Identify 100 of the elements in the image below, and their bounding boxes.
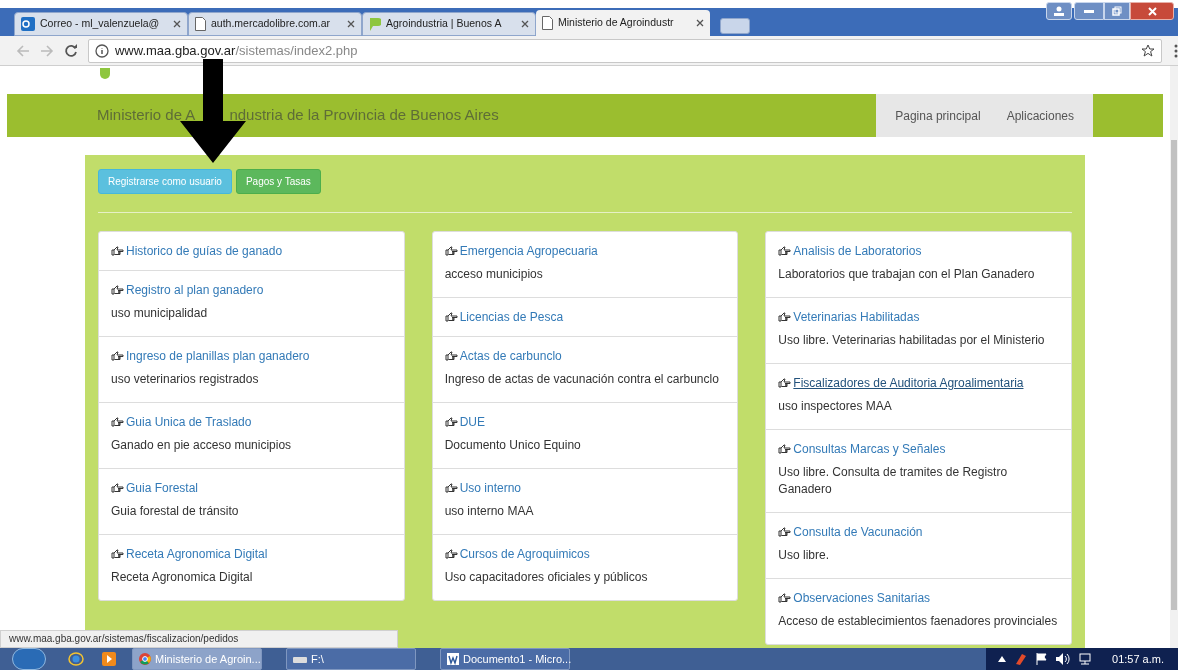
info-icon[interactable] (94, 43, 109, 58)
taskbar-button[interactable]: F:\ (286, 648, 416, 670)
status-url-bubble: www.maa.gba.gov.ar/sistemas/fiscalizacion/pedidos (0, 630, 398, 648)
item-description: Ingreso de actas de vacunación contra el carbunclo (444, 371, 720, 388)
item-description: Guia forestal de tránsito (111, 503, 240, 520)
scrollbar[interactable] (1170, 66, 1178, 648)
tab-title: Correo - ml_valenzuela@ (40, 16, 161, 32)
item-link[interactable]: Cursos de Agroquimicos (459, 545, 590, 563)
item-description: Uso libre. (778, 547, 831, 564)
reload-icon[interactable] (63, 43, 78, 58)
item-link[interactable]: Veterinarias Habilitadas (793, 308, 920, 326)
item-link[interactable]: Historico de guías de ganado (126, 242, 283, 260)
clock-text: 01:57 a.m. (1112, 651, 1164, 667)
pointing-hand-icon (444, 246, 458, 256)
item-description: Acceso de establecimientos faenadores provinciales (778, 613, 1059, 630)
item-link[interactable]: Actas de carbunclo (459, 347, 562, 365)
item-link[interactable]: Analisis de Laboratorios (793, 242, 922, 260)
site-title: Ministerio de A (97, 105, 196, 126)
media-player-icon[interactable] (102, 652, 116, 666)
item-link[interactable]: Guia Unica de Traslado (126, 413, 252, 431)
item-description: Ganado en pie acceso municipios (111, 437, 293, 454)
pointing-hand-icon (111, 246, 124, 256)
minimize-button[interactable] (1074, 2, 1104, 20)
item-description: uso interno MAA (444, 503, 535, 520)
item-link[interactable]: Emergencia Agropecuaria (459, 242, 598, 260)
item-link[interactable]: Receta Agronomica Digital (126, 545, 268, 563)
close-icon[interactable] (173, 20, 181, 28)
item-link[interactable]: Uso interno (459, 479, 522, 497)
restore-icon (1112, 6, 1122, 16)
item-description: Uso libre. Consulta de tramites de Registro Ganadero (778, 464, 1009, 498)
person-icon (1054, 6, 1064, 16)
pointing-hand-icon (778, 312, 792, 322)
pointing-hand-icon (778, 246, 792, 256)
pointing-hand-icon (778, 378, 792, 388)
close-icon[interactable] (696, 19, 704, 27)
pointing-hand-icon (444, 312, 458, 322)
chrome-icon (139, 653, 151, 665)
item-description: Documento Unico Equino (444, 437, 582, 454)
profile-button[interactable] (1046, 2, 1072, 20)
item-link[interactable]: Consultas Marcas y Señales (793, 440, 946, 458)
item-link[interactable]: Registro al plan ganadero (126, 281, 264, 299)
browser-tab[interactable]: Agroindustria | Buenos A (362, 12, 536, 36)
flag-icon[interactable] (1036, 653, 1048, 665)
pointing-hand-icon (111, 351, 124, 361)
action-button[interactable]: Pagos y Tasas (235, 169, 321, 194)
item-link[interactable]: Guia Forestal (126, 479, 199, 497)
pointing-hand-icon (778, 593, 792, 603)
item-description: uso veterinarios registrados (111, 371, 260, 388)
item-description: Receta Agronomica Digital (111, 569, 254, 586)
browser-tab[interactable]: auth.mercadolibre.com.ar (188, 12, 362, 36)
item-link[interactable]: Ingreso de planillas plan ganadero (126, 347, 310, 365)
item-link[interactable]: Consulta de Vacunación (793, 523, 923, 541)
pointing-hand-icon (111, 483, 124, 493)
pointing-hand-icon (111, 285, 124, 295)
taskbar-button[interactable]: Documento1 - Micro... (440, 648, 570, 670)
tab-title: Ministerio de Agroindustr (558, 15, 675, 31)
pointing-hand-icon (778, 527, 792, 537)
item-link[interactable]: Fiscalizadores de Auditoria Agroalimentaria (793, 374, 1024, 392)
page-icon (542, 16, 553, 30)
page-icon (195, 17, 206, 31)
item-description: Uso libre. Veterinarias habilitadas por el Ministerio (778, 332, 1046, 349)
taskbar-button[interactable]: Ministerio de Agroin... (132, 648, 262, 670)
ie-icon[interactable] (68, 651, 84, 667)
bookmark-star-icon[interactable] (1141, 43, 1155, 58)
close-icon[interactable] (521, 20, 529, 28)
item-link[interactable]: DUE (459, 413, 485, 431)
nav-link[interactable]: Pagina principal (882, 106, 994, 125)
tab-title: Agroindustria | Buenos A (386, 16, 503, 32)
close-icon (1147, 6, 1157, 16)
tray-expand-icon[interactable] (998, 656, 1006, 662)
pointing-hand-icon (778, 444, 792, 454)
pointing-hand-icon (111, 549, 124, 559)
pointing-hand-icon (111, 417, 124, 427)
site-title: ndustria de la Provincia de Buenos Aires (229, 105, 499, 126)
pointing-hand-icon (444, 417, 458, 427)
item-description: acceso municipios (444, 266, 544, 283)
item-link[interactable]: Licencias de Pesca (459, 308, 564, 326)
pointing-hand-icon (444, 483, 458, 493)
menu-icon[interactable] (1174, 43, 1178, 58)
tab-title: auth.mercadolibre.com.ar (211, 16, 332, 32)
logo-mark-icon (100, 68, 110, 80)
minimize-icon (1084, 9, 1094, 13)
nav-link[interactable]: Aplicaciones (993, 106, 1087, 125)
pointing-hand-icon (444, 351, 458, 361)
pointing-hand-icon (444, 549, 458, 559)
item-description: Uso capacitadores oficiales y públicos (444, 569, 649, 586)
browser-tab[interactable]: Ministerio de Agroindustr (536, 10, 710, 36)
address-bar[interactable]: www.maa.gba.gov.ar/sistemas/index2.php (87, 38, 1162, 63)
item-link[interactable]: Observaciones Sanitarias (793, 589, 931, 607)
drive-icon (293, 655, 307, 663)
close-button[interactable] (1130, 2, 1174, 20)
volume-icon[interactable] (1056, 653, 1070, 665)
start-button[interactable] (12, 648, 46, 670)
network-icon[interactable] (1078, 653, 1092, 665)
mail-app-icon (21, 17, 35, 31)
close-icon[interactable] (347, 20, 355, 28)
browser-tab[interactable]: Correo - ml_valenzuela@ (14, 12, 188, 36)
item-description: uso municipalidad (111, 305, 209, 322)
restore-button[interactable] (1104, 2, 1130, 20)
word-icon (447, 653, 459, 665)
